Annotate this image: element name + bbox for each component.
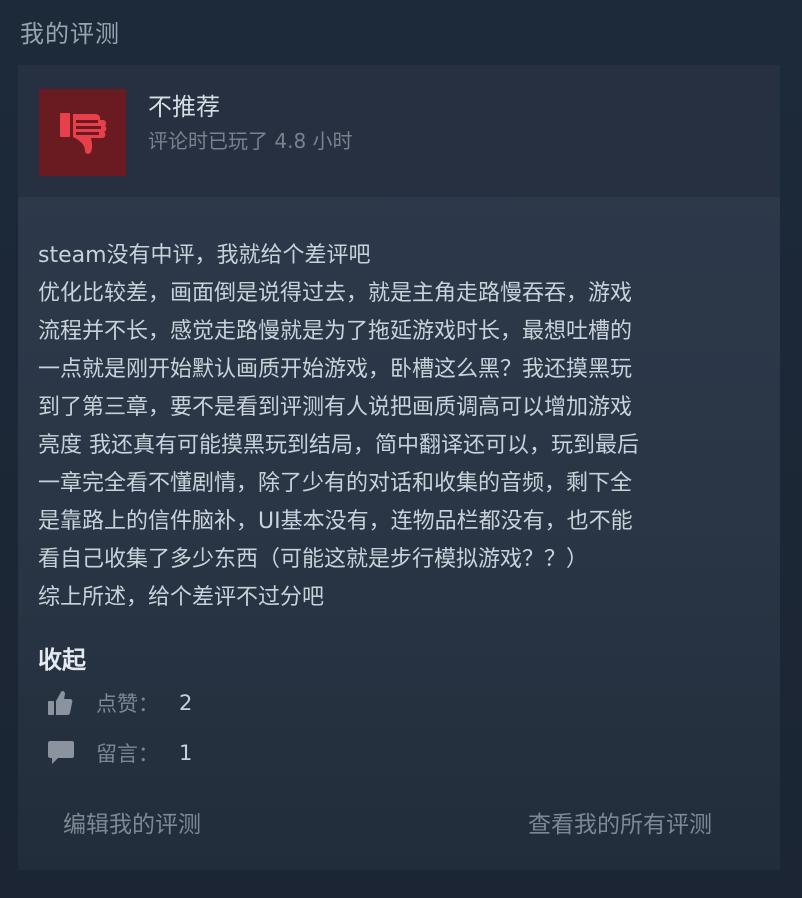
thumbs-down-icon — [59, 112, 106, 154]
thumbs-down-badge — [39, 89, 126, 176]
view-all-reviews-link[interactable]: 查看我的所有评测 — [528, 805, 712, 839]
review-line: 一点就是刚开始默认画质开始游戏，卧槽这么黑？我还摸黑玩 — [38, 357, 633, 382]
review-line: 亮度 我还真有可能摸黑玩到结局，简中翻译还可以，玩到最后 — [38, 433, 639, 458]
review-line: steam没有中评，我就给个差评吧 — [38, 243, 371, 268]
review-header: 不推荐 评论时已玩了 4.8 小时 — [18, 65, 780, 197]
review-line: 优化比较差，画面倒是说得过去，就是主角走路慢吞吞，游戏 — [38, 281, 633, 306]
review-line: 到了第三章，要不是看到评测有人说把画质调高可以增加游戏 — [38, 395, 633, 420]
page: 我的评测 不推荐 评论时已玩了 4.8 小时 steam没有中评，我就给个差评吧… — [0, 0, 802, 898]
review-line: 流程并不长，感觉走路慢就是为了拖延游戏时长，最想吐槽的 — [38, 319, 633, 344]
section-title: 我的评测 — [20, 20, 120, 48]
review-card: 不推荐 评论时已玩了 4.8 小时 steam没有中评，我就给个差评吧 优化比较… — [18, 65, 780, 870]
comments-label: 留言： — [96, 742, 159, 766]
collapse-button[interactable]: 收起 — [38, 640, 86, 675]
comments-count: 1 — [179, 741, 193, 765]
comments-row[interactable]: 留言： 1 — [46, 738, 192, 768]
speech-bubble-icon — [46, 738, 78, 768]
likes-count: 2 — [179, 691, 193, 715]
edit-review-link[interactable]: 编辑我的评测 — [63, 805, 201, 839]
review-line: 一章完全看不懂剧情，除了少有的对话和收集的音频，剩下全 — [38, 471, 633, 496]
review-line: 是靠路上的信件脑补，UI基本没有，连物品栏都没有，也不能 — [38, 509, 633, 534]
playtime-text: 评论时已玩了 4.8 小时 — [148, 129, 353, 153]
review-body: steam没有中评，我就给个差评吧 优化比较差，画面倒是说得过去，就是主角走路慢… — [38, 237, 758, 617]
likes-label: 点赞： — [96, 692, 159, 716]
review-line: 看自己收集了多少东西（可能这就是步行模拟游戏？？） — [38, 547, 589, 572]
review-line: 综上所述，给个差评不过分吧 — [38, 585, 325, 610]
thumbs-up-icon — [46, 688, 78, 718]
likes-row[interactable]: 点赞： 2 — [46, 688, 192, 718]
recommendation-label: 不推荐 — [148, 93, 220, 121]
